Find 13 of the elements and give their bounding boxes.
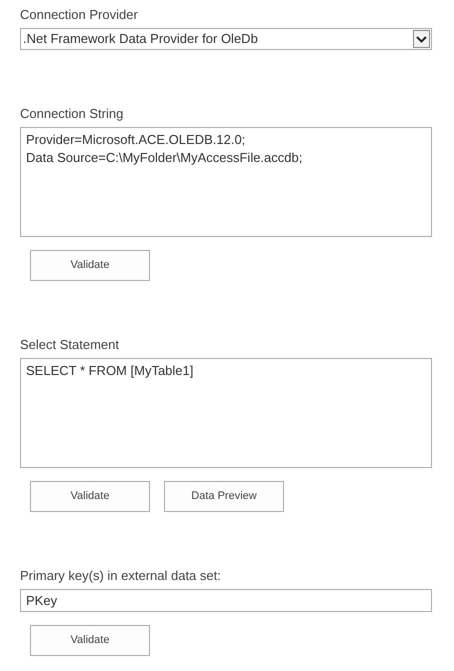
field-label: Connection String xyxy=(20,106,124,122)
chevron-down-icon[interactable] xyxy=(413,30,430,48)
input-field[interactable]: PKey xyxy=(20,589,432,612)
action-button[interactable]: Validate xyxy=(30,250,150,281)
field-label: Select Statement xyxy=(20,337,119,353)
action-button[interactable]: Data Preview xyxy=(164,481,284,512)
action-button[interactable]: Validate xyxy=(30,625,150,656)
field-label: Connection Provider xyxy=(20,7,138,23)
provider-dropdown[interactable]: .Net Framework Data Provider for OleDb xyxy=(20,28,432,50)
field-label: Primary key(s) in external data set: xyxy=(20,568,221,584)
action-button[interactable]: Validate xyxy=(30,481,150,512)
text-area-field[interactable]: SELECT * FROM [MyTable1] xyxy=(20,358,432,468)
text-area-field[interactable]: Provider=Microsoft.ACE.OLEDB.12.0; Data Source=C:\MyFolder\MyAccessFile.accdb; xyxy=(20,127,432,237)
